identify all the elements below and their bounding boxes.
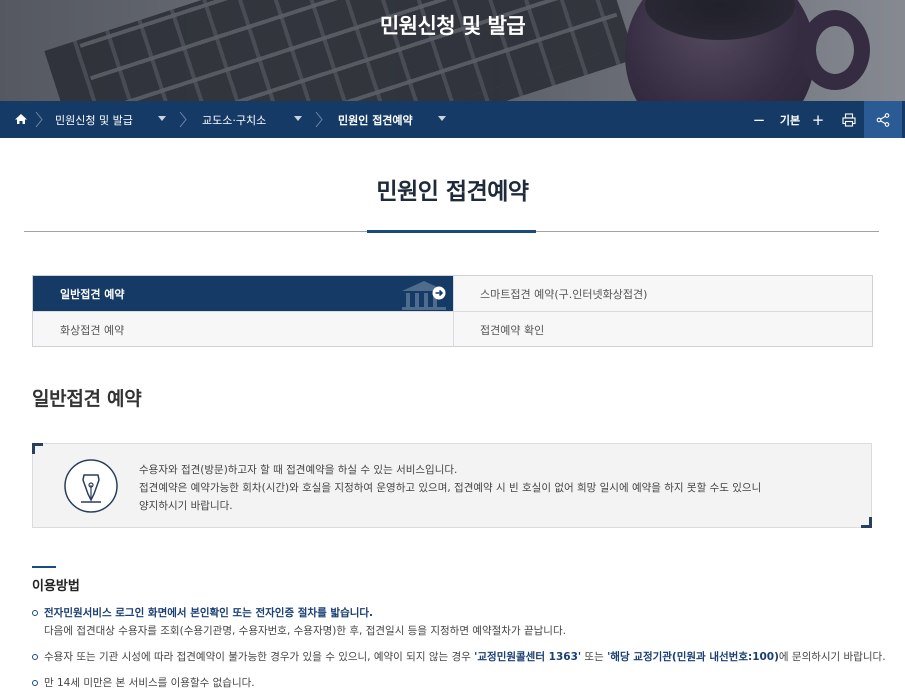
share-icon[interactable]: [864, 101, 902, 138]
hero-banner: 민원신청 및 발급: [0, 0, 905, 101]
zoom-in-button[interactable]: +: [809, 101, 827, 138]
zoom-level-label: 기본: [779, 113, 801, 127]
bullet-icon: [32, 610, 38, 616]
breadcrumb-item-1[interactable]: 민원신청 및 발급: [55, 101, 133, 138]
home-icon[interactable]: [13, 111, 29, 127]
tab-label: 일반접견 예약: [60, 287, 125, 301]
location-bar: 민원신청 및 발급 교도소·구치소 민원인 접견예약 − 기본 +: [0, 101, 905, 138]
breadcrumb-item-3[interactable]: 민원인 접견예약: [338, 101, 413, 138]
page-title: 민원인 접견예약: [376, 179, 529, 205]
caret-down-icon[interactable]: [294, 116, 302, 121]
info-box: 수용자와 접견(방문)하고자 할 때 접견예약을 하실 수 있는 서비스입니다.…: [32, 443, 872, 528]
caret-down-icon[interactable]: [438, 116, 446, 121]
info-line: 접견예약은 예약가능한 회차(시간)와 호실을 지정하여 운영하고 있으며, 접…: [139, 482, 762, 494]
print-icon[interactable]: [838, 101, 860, 138]
zoom-out-button[interactable]: −: [750, 101, 768, 138]
list-item: 수용자 또는 기관 시성에 따라 접견예약이 불가능한 경우가 있을 수 있으니…: [32, 648, 892, 666]
list-item: 만 14세 미만은 본 서비스를 이용할수 없습니다.: [32, 674, 892, 692]
info-line: 양지하시기 바랍니다.: [139, 500, 233, 512]
tab-reservation-check[interactable]: 접견예약 확인: [453, 312, 872, 347]
bullet-icon: [32, 680, 38, 686]
usage-heading: 이용방법: [32, 579, 80, 594]
info-line: 수용자와 접견(방문)하고자 할 때 접견예약을 하실 수 있는 서비스입니다.: [139, 464, 458, 476]
chevron-right-icon: [34, 111, 44, 128]
bullet-icon: [32, 654, 38, 660]
usage-accent-bar: [32, 566, 56, 568]
section-heading: 일반접견 예약: [32, 388, 142, 410]
chevron-right-icon: [178, 111, 188, 128]
tab-general-visit[interactable]: 일반접견 예약: [33, 276, 453, 311]
usage-list: 전자민원서비스 로그인 화면에서 본인확인 또는 전자인증 절차를 밟습니다. …: [32, 604, 892, 698]
tab-smart-visit[interactable]: 스마트접견 예약(구.인터넷화상접견): [453, 276, 872, 311]
fountain-pen-icon: [63, 458, 119, 514]
hero-title: 민원신청 및 발급: [379, 14, 526, 38]
title-accent-bar: [367, 230, 536, 233]
list-item: 전자민원서비스 로그인 화면에서 본인확인 또는 전자인증 절차를 밟습니다. …: [32, 604, 892, 640]
tab-menu: 일반접견 예약 스마트접견 예약(구.인터넷화상접견) 화상접견 예약 접견예약…: [32, 275, 873, 347]
arrow-right-circle-icon: [432, 286, 446, 300]
chevron-right-icon: [314, 111, 324, 128]
info-text: 수용자와 접견(방문)하고자 할 때 접견예약을 하실 수 있는 서비스입니다.…: [139, 461, 839, 515]
breadcrumb-item-2[interactable]: 교도소·구치소: [202, 101, 266, 138]
tab-video-visit[interactable]: 화상접견 예약: [33, 312, 453, 347]
caret-down-icon[interactable]: [158, 116, 166, 121]
